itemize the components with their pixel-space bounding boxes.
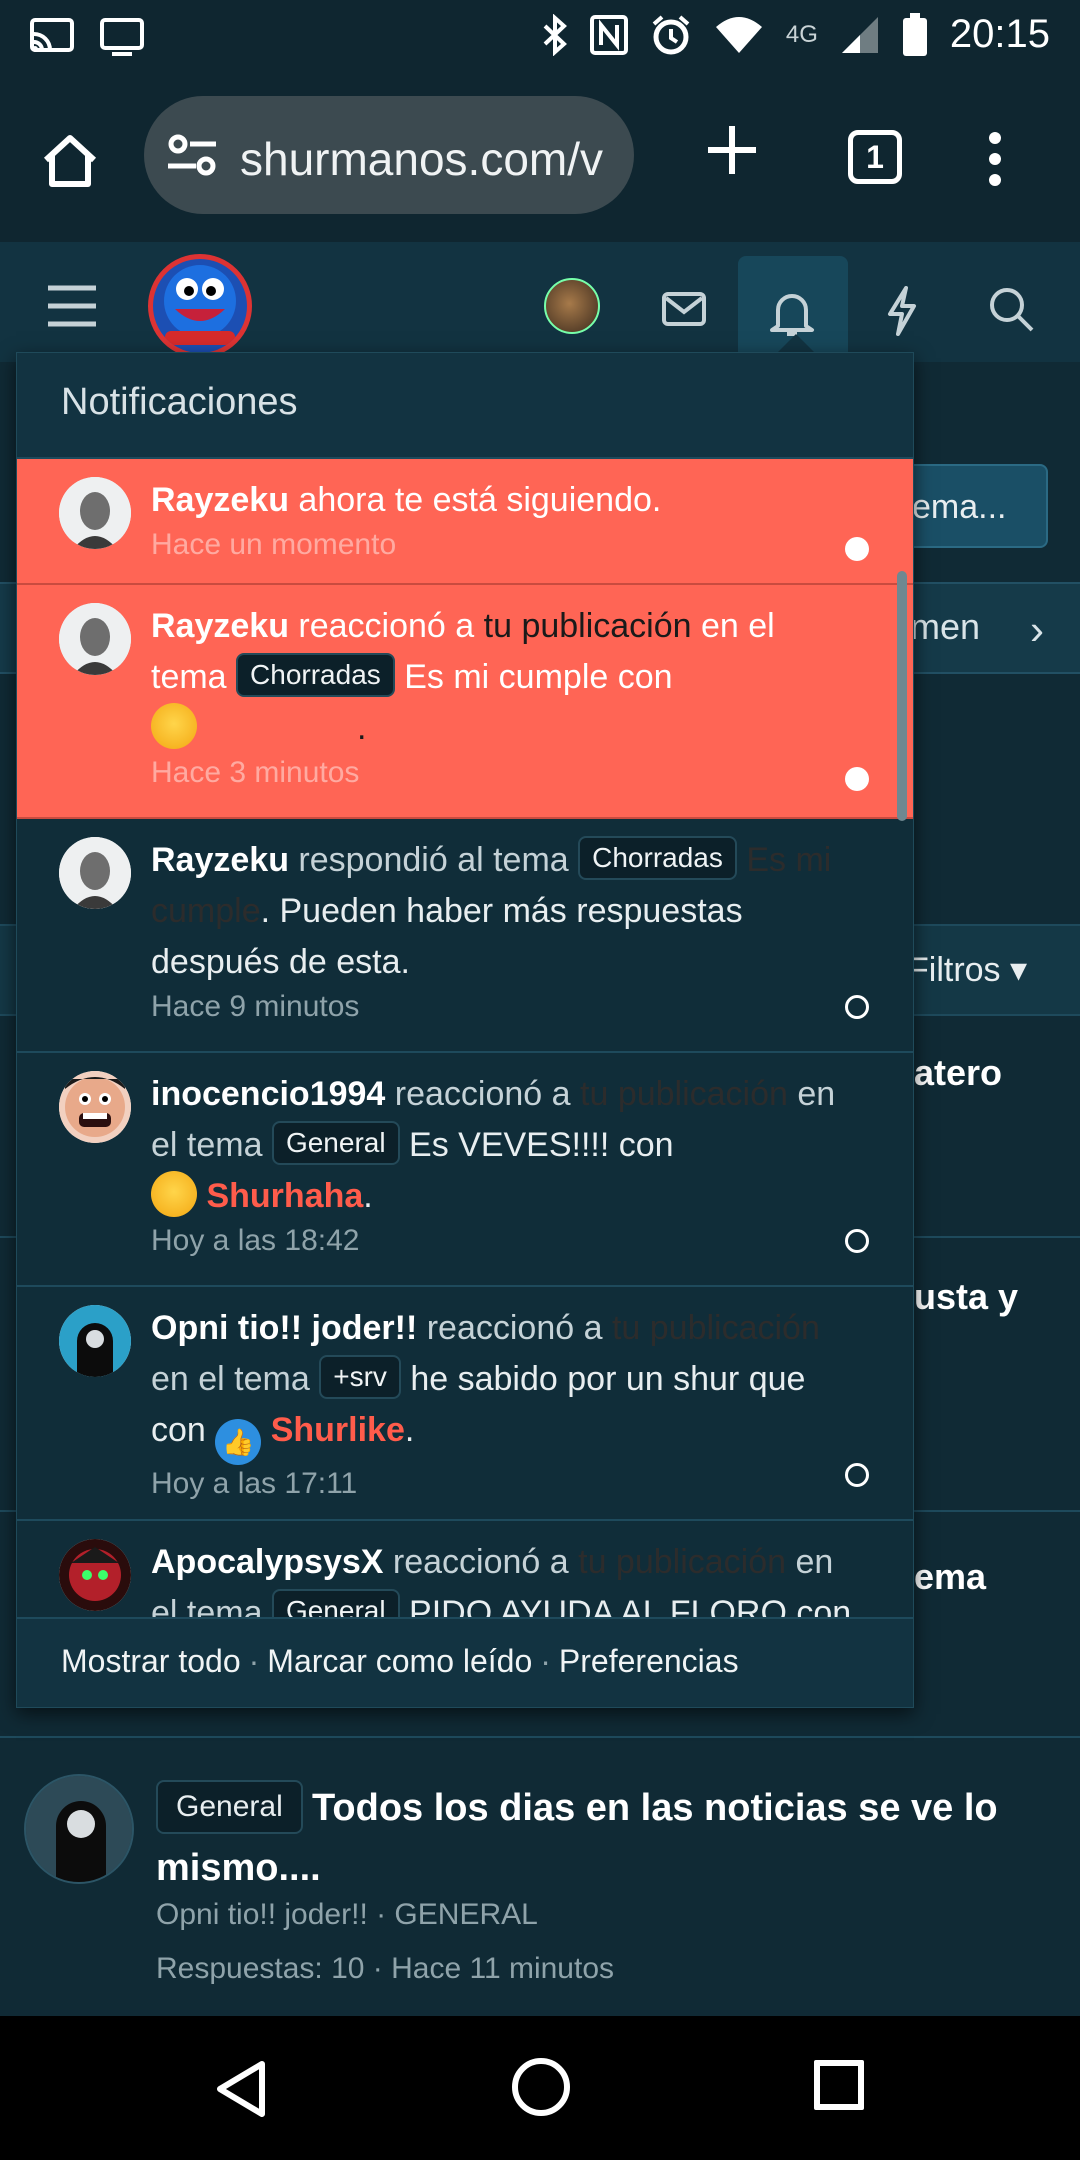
thread-author-forum: Opni tio!! joder!! · GENERAL <box>156 1898 538 1931</box>
thumbs-up-icon: 👍 <box>215 1419 262 1465</box>
thread-row[interactable]: General Todos los dias en las noticias s… <box>0 1736 1080 2014</box>
battery-icon <box>902 12 927 56</box>
home-nav-icon[interactable] <box>512 2058 570 2116</box>
overflow-menu-icon[interactable] <box>980 132 1010 186</box>
thread-prefix-tag[interactable]: General <box>271 1121 400 1165</box>
notification-item[interactable]: Rayzeku ahora te está siguiendo. Hace un… <box>17 459 913 585</box>
thread-prefix-tag[interactable]: Chorradas <box>236 653 395 697</box>
notifications-dropdown: Notificaciones Rayzeku ahora te está sig… <box>16 352 914 1708</box>
scrollbar[interactable] <box>897 571 907 821</box>
hamburger-menu-icon[interactable] <box>46 284 98 328</box>
notification-item[interactable]: ApocalypsysX reaccionó a tu publicación … <box>17 1521 913 1619</box>
notification-text: Rayzeku respondió al tema Chorradas Es m… <box>151 835 853 988</box>
clock: 20:15 <box>949 12 1050 56</box>
network-type: 4G <box>785 20 818 48</box>
screen-icon <box>100 18 144 56</box>
notification-avatar[interactable] <box>59 477 131 549</box>
mark-all-read-link[interactable]: Marcar como leído <box>267 1643 532 1679</box>
search-icon[interactable] <box>988 286 1034 332</box>
home-icon[interactable] <box>40 130 100 190</box>
signal-icon <box>841 16 878 53</box>
bell-icon[interactable] <box>768 288 816 338</box>
mail-icon[interactable] <box>662 292 706 326</box>
reaction-name: Shurlike <box>270 1411 405 1449</box>
thread-author-avatar[interactable] <box>24 1774 134 1884</box>
cast-icon <box>30 18 74 52</box>
notification-time: Hace 9 minutos <box>151 990 360 1023</box>
notification-text: Rayzeku reaccionó a tu publicación en el… <box>151 607 775 749</box>
user-avatar[interactable] <box>544 278 600 334</box>
mark-unread-toggle[interactable] <box>845 1229 869 1253</box>
tab-strip-label[interactable]: men <box>910 606 980 648</box>
notification-avatar[interactable] <box>59 603 131 675</box>
notification-time: Hace 3 minutos <box>151 756 360 789</box>
sad-face-icon <box>151 703 197 749</box>
notification-text: inocencio1994 reaccionó a tu publicación… <box>151 1075 836 1217</box>
post-link[interactable]: tu publicación <box>580 1075 788 1113</box>
mark-read-toggle[interactable] <box>845 767 869 791</box>
mark-unread-toggle[interactable] <box>845 1463 869 1487</box>
notifications-title: Notificaciones <box>17 353 913 459</box>
thread-title[interactable]: Todos los dias en las noticias se ve lo … <box>156 1778 1056 1898</box>
thread-prefix-tag[interactable]: General <box>271 1589 400 1619</box>
thread-link[interactable]: Es VEVES!!!! con <box>400 1126 674 1164</box>
notification-avatar[interactable] <box>59 1071 131 1143</box>
laughing-emoji-icon <box>151 1171 197 1217</box>
mark-unread-toggle[interactable] <box>845 995 869 1019</box>
url-bar[interactable]: shurmanos.com/v <box>144 96 634 214</box>
dropdown-caret <box>778 334 814 352</box>
site-logo[interactable] <box>148 254 252 358</box>
reaction-name: Shurhaha <box>206 1177 364 1215</box>
site-settings-icon[interactable] <box>166 130 220 180</box>
system-navigation-bar <box>0 2016 1080 2160</box>
thread-title-partial[interactable]: atero <box>914 1052 1002 1094</box>
thread-prefix-tag[interactable]: +srv <box>319 1355 401 1399</box>
notifications-list: Rayzeku ahora te está siguiendo. Hace un… <box>17 459 913 1619</box>
notification-item[interactable]: inocencio1994 reaccionó a tu publicación… <box>17 1053 913 1287</box>
notifications-footer: Mostrar todo · Marcar como leído · Preferenc… <box>17 1617 913 1707</box>
logo-mascot-icon <box>164 265 236 345</box>
notification-text: Rayzeku ahora te está siguiendo. <box>151 481 662 519</box>
chevron-right-icon[interactable]: › <box>1030 606 1044 654</box>
notification-text: Opni tio!! joder!! reaccionó a tu public… <box>151 1303 853 1465</box>
post-link[interactable]: tu publicación <box>578 1543 786 1581</box>
notification-item[interactable]: Rayzeku respondió al tema Chorradas Es m… <box>17 819 913 1053</box>
nfc-icon <box>589 14 628 55</box>
notification-item[interactable]: Rayzeku reaccionó a tu publicación en el… <box>17 585 913 819</box>
notification-time: Hoy a las 18:42 <box>151 1224 360 1257</box>
preferences-link[interactable]: Preferencias <box>559 1643 739 1679</box>
notification-time: Hace un momento <box>151 528 397 561</box>
back-icon[interactable] <box>214 2060 268 2118</box>
thread-title-partial[interactable]: ema <box>914 1556 986 1598</box>
notification-text: ApocalypsysX reaccionó a tu publicación … <box>151 1537 853 1619</box>
notification-avatar[interactable] <box>59 837 131 909</box>
lightning-icon[interactable] <box>884 286 920 336</box>
mark-read-toggle[interactable] <box>845 537 869 561</box>
wifi-icon <box>715 16 762 53</box>
filters-button[interactable]: Filtros ▾ <box>908 950 1027 990</box>
notification-avatar[interactable] <box>59 1539 131 1611</box>
thread-prefix-tag[interactable]: Chorradas <box>578 836 737 880</box>
thread-stats: Respuestas: 10 · Hace 11 minutos <box>156 1952 615 1985</box>
alarm-icon <box>652 14 690 54</box>
notification-item[interactable]: Opni tio!! joder!! reaccionó a tu public… <box>17 1287 913 1521</box>
notification-time: Hoy a las 17:11 <box>151 1467 358 1500</box>
recents-icon[interactable] <box>814 2060 864 2110</box>
browser-toolbar: shurmanos.com/v 1 <box>0 72 1080 242</box>
post-link[interactable]: tu publicación <box>612 1309 820 1347</box>
forum-header <box>0 242 1080 362</box>
status-bar: 4G 20:15 <box>0 0 1080 72</box>
url-text[interactable]: shurmanos.com/v <box>240 132 615 186</box>
notification-avatar[interactable] <box>59 1305 131 1377</box>
thread-title-partial[interactable]: usta y <box>914 1276 1018 1318</box>
thread-link[interactable]: Es mi cumple con <box>395 658 672 696</box>
bluetooth-icon <box>543 13 567 56</box>
tab-switcher-button[interactable]: 1 <box>848 130 902 184</box>
new-tab-icon[interactable] <box>706 124 758 176</box>
thread-link[interactable]: PIDO AYUDA AL FLORO con <box>400 1594 851 1619</box>
show-all-link[interactable]: Mostrar todo <box>61 1643 241 1679</box>
post-link[interactable]: tu publicación <box>484 607 692 645</box>
